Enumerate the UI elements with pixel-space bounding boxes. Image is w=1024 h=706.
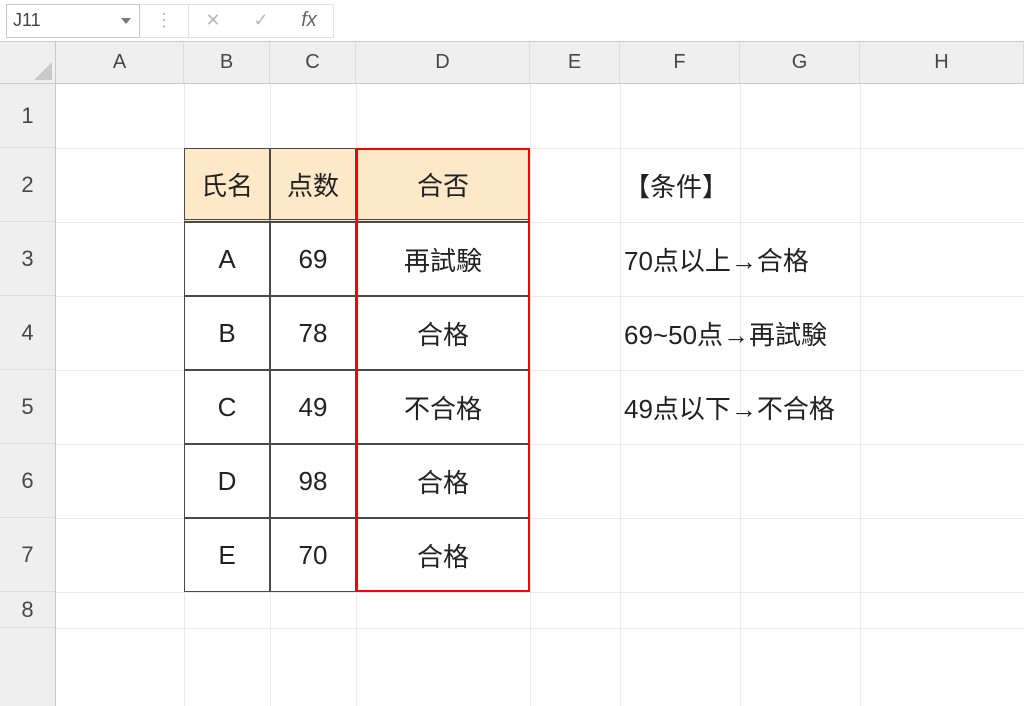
column-headers: ABCDEFGH — [56, 42, 1024, 84]
name-box[interactable]: J11 — [6, 4, 140, 38]
row-header[interactable]: 6 — [0, 444, 55, 518]
row-header[interactable]: 2 — [0, 148, 55, 222]
row-headers: 12345678 — [0, 84, 56, 706]
formula-input[interactable] — [334, 4, 1018, 38]
table-row[interactable]: D — [184, 444, 270, 518]
name-box-value: J11 — [13, 10, 41, 31]
table-row[interactable]: 70 — [270, 518, 356, 592]
cells-area[interactable]: 氏名 点数 合否 A 69 再試験 B 78 合格 C 49 不合格 D 98 … — [56, 84, 1024, 706]
table-row[interactable]: 合格 — [356, 444, 530, 518]
notes-line[interactable]: 49点以下→不合格 — [624, 370, 1024, 444]
column-header[interactable]: C — [270, 42, 356, 83]
table-header-result[interactable]: 合否 — [356, 148, 530, 222]
table-row[interactable]: 不合格 — [356, 370, 530, 444]
name-box-dropdown-icon[interactable] — [119, 14, 133, 28]
row-header[interactable]: 3 — [0, 222, 55, 296]
table-row[interactable]: 78 — [270, 296, 356, 370]
column-header[interactable]: B — [184, 42, 270, 83]
table-row[interactable]: 49 — [270, 370, 356, 444]
table-row[interactable]: 再試験 — [356, 222, 530, 296]
column-header[interactable]: G — [740, 42, 860, 83]
table-row[interactable]: 合格 — [356, 518, 530, 592]
row-header[interactable]: 5 — [0, 370, 55, 444]
column-header[interactable]: F — [620, 42, 740, 83]
table-header-score[interactable]: 点数 — [270, 148, 356, 222]
formula-bar: J11 ⋮ ✕ ✓ fx — [0, 0, 1024, 42]
row-header[interactable]: 4 — [0, 296, 55, 370]
expand-dots-icon: ⋮ — [140, 10, 188, 31]
cancel-icon: ✕ — [189, 10, 237, 31]
table-row[interactable]: B — [184, 296, 270, 370]
notes-line[interactable]: 70点以上→合格 — [624, 222, 1024, 296]
table-row[interactable]: E — [184, 518, 270, 592]
column-header[interactable]: H — [860, 42, 1024, 83]
table-row[interactable]: C — [184, 370, 270, 444]
column-header[interactable]: E — [530, 42, 620, 83]
row-header[interactable]: 1 — [0, 84, 55, 148]
row-header[interactable]: 7 — [0, 518, 55, 592]
table-row[interactable]: A — [184, 222, 270, 296]
row-header[interactable]: 8 — [0, 592, 55, 628]
confirm-icon: ✓ — [237, 10, 285, 31]
table-header-name[interactable]: 氏名 — [184, 148, 270, 222]
select-all-corner[interactable] — [0, 42, 56, 84]
table-row[interactable]: 98 — [270, 444, 356, 518]
table-row[interactable]: 合格 — [356, 296, 530, 370]
column-header[interactable]: D — [356, 42, 530, 83]
table-row[interactable]: 69 — [270, 222, 356, 296]
notes-line[interactable]: 69~50点→再試験 — [624, 296, 1024, 370]
column-header[interactable]: A — [56, 42, 184, 83]
fx-icon[interactable]: fx — [285, 9, 333, 32]
notes-title[interactable]: 【条件】 — [624, 148, 864, 222]
